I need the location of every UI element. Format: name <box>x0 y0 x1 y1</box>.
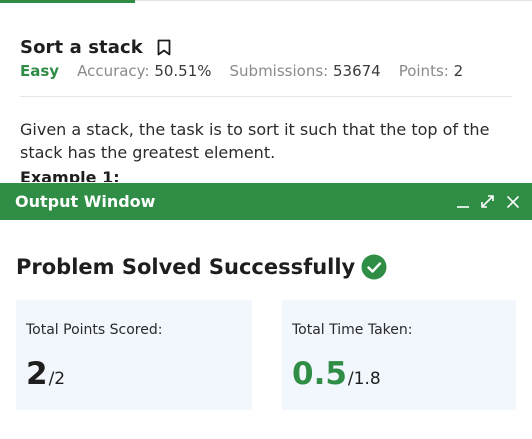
points-scored-total: /2 <box>48 369 66 389</box>
points-scored-label: Total Points Scored: <box>26 322 163 338</box>
time-taken-card: Total Time Taken: 0.5 /1.8 <box>282 300 516 410</box>
points-scored-value: 2 <box>26 356 48 392</box>
output-window-body: Problem Solved Successfully Total Points… <box>0 252 532 410</box>
check-circle-icon <box>361 254 387 280</box>
points-label: Points: <box>398 62 449 80</box>
points-scored-value-row: 2 /2 <box>26 356 242 392</box>
submissions-stat: Submissions: 53674 <box>230 62 381 80</box>
submissions-label: Submissions: <box>229 62 329 80</box>
accuracy-stat: Accuracy: 50.51% <box>77 62 211 80</box>
points-value: 2 <box>453 62 464 80</box>
problem-title-row: Sort a stack <box>20 36 512 58</box>
problem-description: Given a stack, the task is to sort it su… <box>20 120 490 162</box>
output-window-header: Output Window <box>0 183 532 220</box>
points-stat: Points: 2 <box>399 62 463 80</box>
submissions-value: 53674 <box>332 62 381 80</box>
expand-icon[interactable] <box>478 192 497 211</box>
time-taken-label: Total Time Taken: <box>292 322 413 338</box>
points-scored-card: Total Points Scored: 2 /2 <box>16 300 252 410</box>
accuracy-value: 50.51% <box>154 62 212 80</box>
time-taken-total: /1.8 <box>347 369 381 389</box>
problem-meta: Easy Accuracy: 50.51% Submissions: 53674… <box>20 62 512 86</box>
time-taken-value-row: 0.5 /1.8 <box>292 356 506 392</box>
example-heading: Example 1: <box>20 168 120 182</box>
active-tab-indicator <box>0 0 135 3</box>
success-message: Problem Solved Successfully <box>16 255 356 279</box>
difficulty-badge: Easy <box>20 62 60 80</box>
time-taken-value: 0.5 <box>292 356 347 392</box>
tab-bar-border <box>135 0 532 1</box>
close-icon[interactable] <box>503 192 522 211</box>
problem-panel: Sort a stack Easy Accuracy: 50.51% Submi… <box>20 36 512 182</box>
accuracy-label: Accuracy: <box>77 62 150 80</box>
problem-title: Sort a stack <box>20 36 143 58</box>
bookmark-icon[interactable] <box>157 38 173 56</box>
window-controls <box>453 192 522 211</box>
output-window: Output Window Problem Solved Successfull… <box>0 183 532 439</box>
success-status: Problem Solved Successfully <box>16 252 516 282</box>
minimize-icon[interactable] <box>453 192 472 211</box>
meta-divider <box>20 96 512 97</box>
result-cards: Total Points Scored: 2 /2 Total Time Tak… <box>16 300 516 410</box>
output-window-title: Output Window <box>15 192 156 211</box>
